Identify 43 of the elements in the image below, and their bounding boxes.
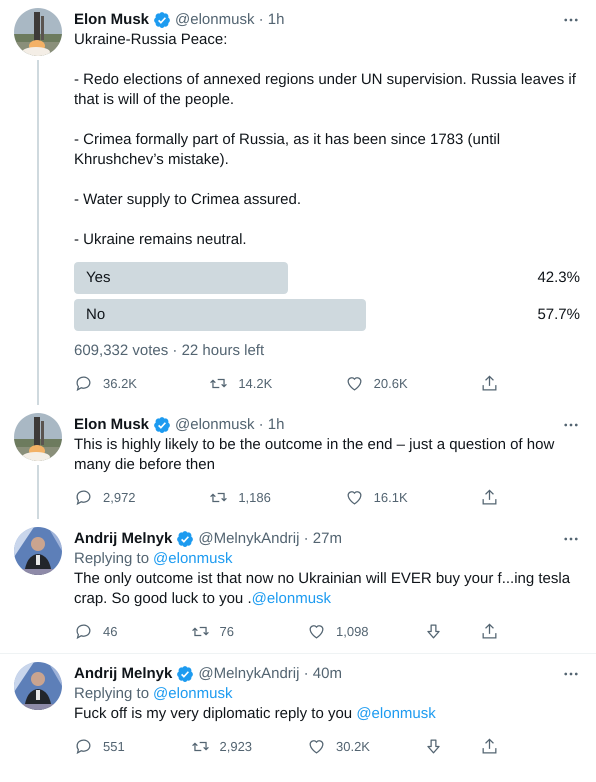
tweet-text: The only outcome ist that now no Ukrainian will EVER buy your f...ing tesla crap. So good luck to you .@elonmusk bbox=[74, 569, 572, 609]
author-name[interactable]: Elon Musk bbox=[74, 415, 150, 435]
like-count: 1,098 bbox=[336, 624, 369, 638]
tweet-text: Ukraine-Russia Peace: bbox=[74, 30, 228, 50]
share-icon[interactable] bbox=[480, 736, 499, 756]
reply-count: 551 bbox=[103, 738, 125, 754]
handle-time: @elonmusk · 1h bbox=[175, 415, 284, 435]
reply-icon[interactable] bbox=[74, 736, 93, 756]
retweet-count: 1,186 bbox=[238, 490, 271, 504]
handle-time: @MelnykAndrij · 40m bbox=[198, 664, 342, 684]
tweet-text: This is highly likely to be the outcome in the end – just a question of how many die before then bbox=[74, 435, 556, 475]
reply-count: 2,972 bbox=[103, 490, 136, 504]
author-name[interactable]: Andrij Melnyk bbox=[74, 529, 172, 549]
poll-percent: 57.7% bbox=[537, 307, 580, 323]
replying-to-label: Replying to bbox=[74, 549, 150, 569]
like-count: 20.6K bbox=[374, 376, 408, 390]
share-icon[interactable] bbox=[480, 374, 499, 392]
handle-time: @elonmusk · 1h bbox=[175, 10, 284, 30]
tweet-text: Fuck off is my very diplomatic reply to you @elonmusk bbox=[74, 704, 437, 724]
share-icon[interactable] bbox=[480, 488, 499, 506]
poll-option-label: No bbox=[86, 307, 106, 323]
tweet-text: - Redo elections of annexed regions under UN supervision. Russia leaves if that is will of the people. bbox=[74, 70, 577, 110]
tweet-text: - Ukraine remains neutral. bbox=[74, 230, 248, 250]
reply-count: 36.2K bbox=[103, 376, 137, 390]
author-name[interactable]: Andrij Melnyk bbox=[74, 664, 172, 684]
author-name[interactable]: Elon Musk bbox=[74, 10, 150, 30]
poll-summary: 609,332 votes · 22 hours left bbox=[74, 341, 266, 361]
tweet-text: - Water supply to Crimea assured. bbox=[74, 190, 302, 210]
retweet-count: 2,923 bbox=[220, 738, 252, 754]
retweet-count: 76 bbox=[220, 624, 234, 638]
replying-to-label: Replying to bbox=[74, 684, 150, 704]
share-icon[interactable] bbox=[480, 622, 499, 640]
reply-icon[interactable] bbox=[74, 488, 93, 506]
like-count: 30.2K bbox=[336, 738, 370, 754]
like-count: 16.1K bbox=[374, 490, 408, 504]
reply-icon[interactable] bbox=[74, 374, 93, 392]
tweet-text: - Crimea formally part of Russia, as it has been since 1783 (until Khrushchev’s mistake). bbox=[74, 130, 502, 170]
handle-time: @MelnykAndrij · 27m bbox=[198, 529, 342, 549]
reply-icon[interactable] bbox=[74, 622, 93, 640]
poll-option-label: Yes bbox=[86, 270, 110, 286]
poll-percent: 42.3% bbox=[537, 270, 580, 286]
retweet-count: 14.2K bbox=[238, 376, 272, 390]
reply-count: 46 bbox=[103, 624, 118, 638]
